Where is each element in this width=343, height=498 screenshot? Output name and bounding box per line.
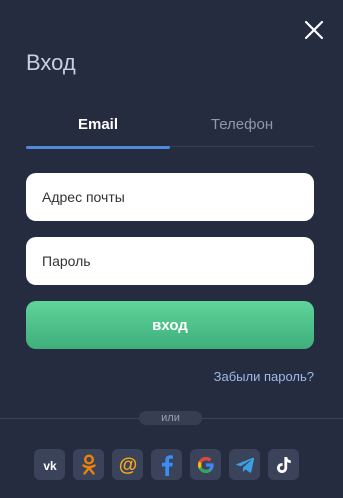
svg-text:@: @: [118, 455, 137, 476]
page-title: Вход: [26, 50, 76, 75]
social-login-row: vk @: [34, 449, 299, 480]
login-modal: Вход Email Телефон вход Забыли пароль? и…: [0, 0, 343, 498]
password-field[interactable]: [26, 237, 314, 285]
google-icon[interactable]: [190, 449, 221, 480]
tab-email[interactable]: Email: [26, 113, 170, 149]
vk-icon[interactable]: vk: [34, 449, 65, 480]
tiktok-icon[interactable]: [268, 449, 299, 480]
login-button[interactable]: вход: [26, 301, 314, 349]
tab-phone[interactable]: Телефон: [170, 113, 314, 147]
mail-ru-icon[interactable]: @: [112, 449, 143, 480]
tab-phone-label: Телефон: [210, 116, 274, 133]
tab-email-label: Email: [77, 116, 119, 133]
telegram-icon[interactable]: [229, 449, 260, 480]
email-field[interactable]: [26, 173, 314, 221]
odnoklassniki-icon[interactable]: [73, 449, 104, 480]
tab-active-indicator: [26, 146, 170, 149]
login-tabs: Email Телефон: [26, 113, 314, 149]
facebook-icon[interactable]: [151, 449, 182, 480]
svg-text:vk: vk: [43, 459, 57, 472]
forgot-password-link[interactable]: Забыли пароль?: [214, 369, 314, 384]
close-icon[interactable]: [302, 18, 326, 42]
or-label: или: [139, 411, 202, 425]
